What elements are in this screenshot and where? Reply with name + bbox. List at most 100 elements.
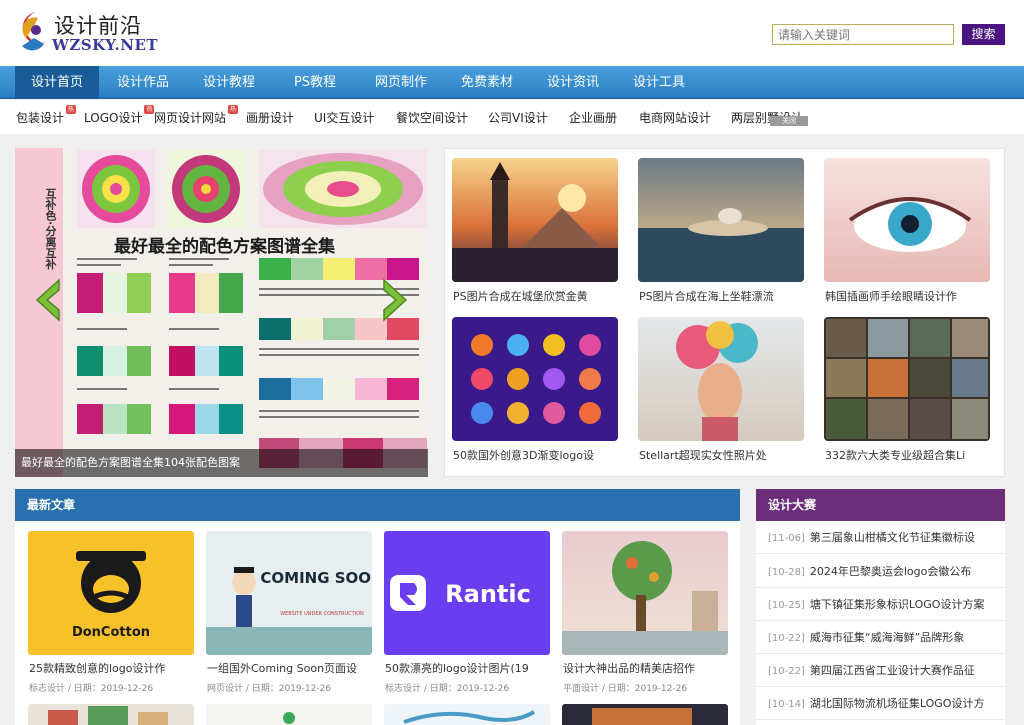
article-meta: 平面设计 / 日期：2019-12-26 bbox=[563, 684, 688, 694]
article-image[interactable] bbox=[562, 531, 728, 655]
latest-articles-list: DonCotton 25款精致创意的logo设计作 标志设计 / 日期：2019… bbox=[15, 521, 740, 725]
featured-image[interactable] bbox=[638, 158, 804, 282]
hot-badge: 热 bbox=[144, 105, 155, 114]
contest-title[interactable]: 第四届江西省工业设计大赛作品征 bbox=[810, 664, 975, 677]
nav-item-tools[interactable]: 设计工具 bbox=[617, 66, 701, 99]
nav-item-news[interactable]: 设计资讯 bbox=[531, 66, 615, 99]
featured-caption[interactable]: 50款国外创意3D渐变logo设 bbox=[453, 447, 623, 463]
contest-item[interactable]: [11-06] 第三届象山柑橘文化节征集徽标设 bbox=[756, 521, 1005, 554]
contest-item[interactable]: [10-22] 威海市征集“威海海鲜”品牌形象 bbox=[756, 621, 1005, 654]
nav-item-works[interactable]: 设计作品 bbox=[101, 66, 185, 99]
article-title[interactable]: 设计大神出品的精美店招作 bbox=[563, 660, 731, 676]
slider-side-text: 互补色·分离互补 bbox=[44, 188, 57, 270]
surreal-portrait-image bbox=[676, 321, 758, 441]
contest-title[interactable]: 威海市征集“威海海鲜”品牌形象 bbox=[810, 631, 964, 644]
article-image-partial[interactable] bbox=[206, 704, 372, 725]
subnav-item[interactable]: 网页设计网站热 bbox=[154, 105, 239, 126]
castle-sunset-image bbox=[452, 162, 618, 282]
subnav-item[interactable]: 画册设计 bbox=[246, 109, 294, 126]
contest-title[interactable]: 第三届象山柑橘文化节征集徽标设 bbox=[810, 531, 975, 544]
contest-title[interactable]: 2024年巴黎奥运会logo会徽公布 bbox=[810, 565, 972, 578]
featured-image[interactable] bbox=[824, 158, 990, 282]
nav-item-tutorials[interactable]: 设计教程 bbox=[187, 66, 271, 99]
nav-item-ps[interactable]: PS教程 bbox=[273, 66, 357, 99]
featured-caption[interactable]: PS图片合成在海上坐鞋漂流 bbox=[639, 288, 809, 304]
contest-item[interactable]: [10-22] 第四届江西省工业设计大赛作品征 bbox=[756, 654, 1005, 687]
contest-date: [10-22] bbox=[768, 633, 805, 644]
coming-soon-subtext: WEBSITE UNDER CONSTRUCTION bbox=[280, 611, 364, 617]
slider-title: 最好最全的配色方案图谱全集 bbox=[110, 232, 339, 257]
partial-image bbox=[283, 712, 295, 724]
contest-item[interactable]: [10-28] 2024年巴黎奥运会logo会徽公布 bbox=[756, 555, 1005, 588]
featured-image[interactable] bbox=[452, 317, 618, 441]
article-title[interactable]: 50款漂亮的logo设计图片(19 bbox=[385, 660, 553, 676]
nav-item-home[interactable]: 设计首页 bbox=[15, 66, 99, 99]
subnav-item[interactable]: 餐饮空间设计 bbox=[396, 109, 468, 126]
featured-caption[interactable]: 332款六大类专业级超合集Li bbox=[825, 447, 995, 463]
partial-image bbox=[592, 708, 692, 725]
featured-image[interactable] bbox=[824, 317, 990, 441]
shop-sign-image bbox=[562, 541, 728, 655]
contest-date: [10-22] bbox=[768, 666, 805, 677]
search-input[interactable] bbox=[772, 24, 954, 45]
coming-soon-text: COMING SOON bbox=[260, 569, 372, 587]
slider-prev-arrow-icon[interactable] bbox=[33, 278, 63, 322]
article-image[interactable]: Rantic bbox=[384, 531, 550, 655]
site-header: 设计前沿 WZSKY.NET 搜索 bbox=[0, 0, 1024, 66]
search-button[interactable]: 搜索 bbox=[962, 24, 1005, 45]
subnav-item[interactable]: 包装设计热 bbox=[16, 105, 77, 126]
article-image-partial[interactable] bbox=[28, 704, 194, 725]
design-contest-heading: 设计大赛 bbox=[756, 489, 1005, 521]
featured-caption[interactable]: 韩国插画师手绘眼睛设计作 bbox=[825, 288, 995, 304]
main-nav: 设计首页 设计作品 设计教程 PS教程 网页制作 免费素材 设计资讯 设计工具 bbox=[0, 66, 1024, 99]
contest-item[interactable]: [10-25] 塘下镇征集形象标识LOGO设计方案 bbox=[756, 588, 1005, 621]
article-title[interactable]: 一组国外Coming Soon页面设 bbox=[207, 660, 375, 676]
gradient-logos-image bbox=[471, 334, 601, 424]
article-image[interactable]: DonCotton bbox=[28, 531, 194, 655]
nav-item-web[interactable]: 网页制作 bbox=[359, 66, 443, 99]
sea-shoe-image bbox=[638, 208, 804, 282]
logo-text-en: WZSKY.NET bbox=[52, 36, 159, 54]
slider-next-arrow-icon[interactable] bbox=[380, 278, 410, 322]
subnav-item[interactable]: 公司VI设计 bbox=[488, 109, 548, 126]
featured-caption[interactable]: PS图片合成在城堡欣赏金黄 bbox=[453, 288, 623, 304]
color-palette-graphic bbox=[63, 148, 428, 477]
rantic-logo-text: Rantic bbox=[445, 580, 531, 608]
hot-badge: 热 bbox=[228, 105, 239, 114]
contest-date: [11-06] bbox=[768, 533, 805, 544]
article-title[interactable]: 25款精致创意的logo设计作 bbox=[29, 660, 197, 676]
design-contest-list: [11-06] 第三届象山柑橘文化节征集徽标设 [10-28] 2024年巴黎奥运会… bbox=[756, 521, 1005, 725]
subnav-item[interactable]: UI交互设计 bbox=[314, 109, 374, 126]
article-image[interactable]: COMING SOON WEBSITE UNDER CONSTRUCTION bbox=[206, 531, 372, 655]
sub-nav: 包装设计热 LOGO设计热 网页设计网站热 画册设计 UI交互设计 餐饮空间设计… bbox=[0, 100, 1024, 134]
article-image-partial[interactable] bbox=[384, 704, 550, 725]
featured-caption[interactable]: Stellart超现实女性照片处 bbox=[639, 447, 809, 463]
featured-image[interactable] bbox=[452, 158, 618, 282]
subnav-item[interactable]: 电商网站设计 bbox=[639, 109, 711, 126]
hero-slider[interactable]: 互补色·分离互补 最好最全的配色方案图谱全集 最好最全的配色方案图谱全集104张… bbox=[15, 148, 428, 477]
hot-badge: 热 bbox=[66, 105, 77, 114]
latest-articles-heading: 最新文章 bbox=[15, 489, 740, 521]
subnav-item[interactable]: LOGO设计热 bbox=[84, 105, 155, 126]
partial-image bbox=[48, 706, 168, 725]
subnav-item[interactable]: 企业画册 bbox=[569, 109, 617, 126]
photo-collage-image bbox=[826, 319, 988, 439]
contest-title[interactable]: 湖北国际物流机场征集LOGO设计方 bbox=[810, 697, 985, 710]
contest-item[interactable]: [10-14] 湖北国际物流机场征集LOGO设计方 bbox=[756, 687, 1005, 720]
contest-date: [10-14] bbox=[768, 699, 805, 710]
contest-date: [10-25] bbox=[768, 600, 805, 611]
rantic-logo-image: Rantic bbox=[390, 575, 531, 611]
nav-item-assets[interactable]: 免费素材 bbox=[445, 66, 529, 99]
contest-title[interactable]: 塘下镇征集形象标识LOGO设计方案 bbox=[810, 598, 985, 611]
coming-soon-image: COMING SOON WEBSITE UNDER CONSTRUCTION bbox=[206, 567, 372, 655]
subnav-close-button[interactable]: 关闭 bbox=[770, 116, 808, 126]
contest-date: [10-28] bbox=[768, 567, 805, 578]
site-logo[interactable]: 设计前沿 WZSKY.NET bbox=[16, 8, 158, 58]
article-meta: 网页设计 / 日期：2019-12-26 bbox=[207, 684, 332, 694]
painted-eye-image bbox=[848, 197, 972, 252]
article-meta: 标志设计 / 日期：2019-12-26 bbox=[29, 684, 154, 694]
article-meta: 标志设计 / 日期：2019-12-26 bbox=[385, 684, 510, 694]
featured-image[interactable] bbox=[638, 317, 804, 441]
article-image-partial[interactable] bbox=[562, 704, 728, 725]
slider-caption[interactable]: 最好最全的配色方案图谱全集104张配色图案 bbox=[15, 449, 428, 477]
